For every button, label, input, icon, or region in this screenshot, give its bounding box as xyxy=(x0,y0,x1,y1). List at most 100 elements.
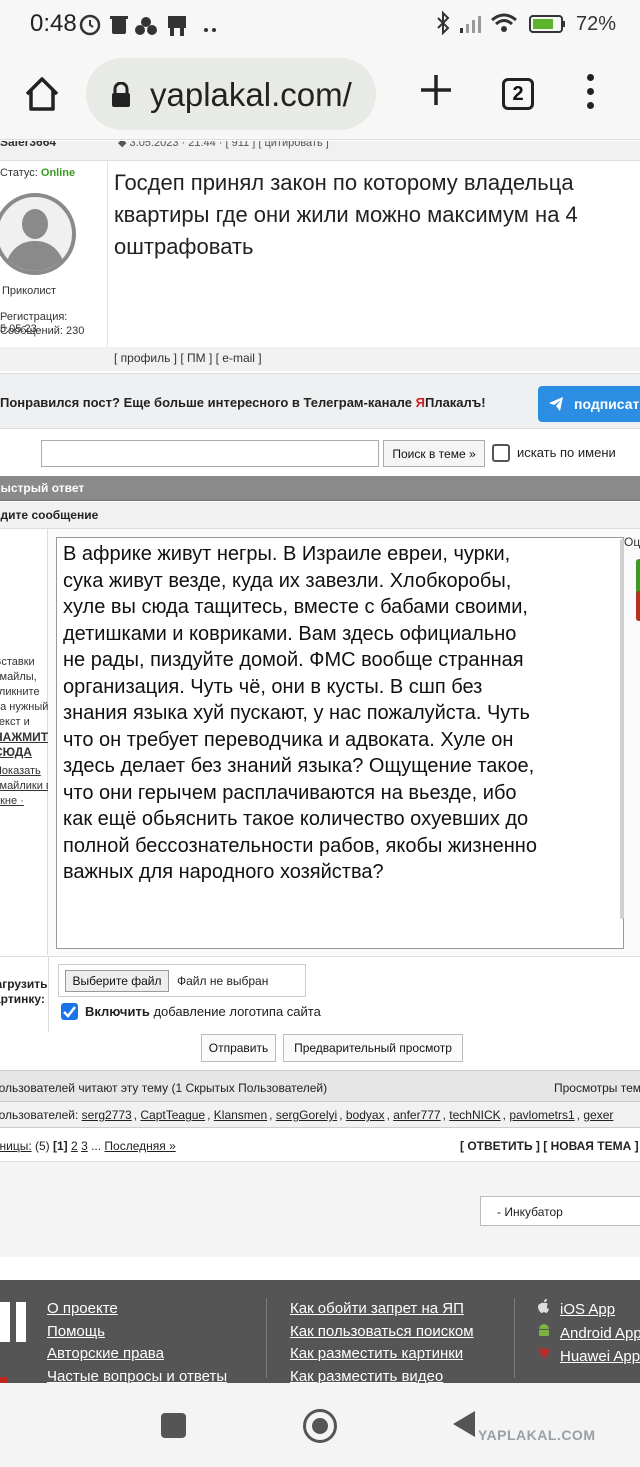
footer-huawei-label: Huawei App xyxy=(560,1348,640,1365)
user-status-label: Статус: xyxy=(0,167,38,179)
topic-views: Просмотры темы xyxy=(554,1081,640,1095)
reader-link[interactable]: CaptTeague xyxy=(140,1108,205,1122)
textarea-scrollbar[interactable] xyxy=(620,539,624,919)
footer-divider xyxy=(514,1298,515,1378)
user-info-pane: Статус: Online Приколист Регистрация: 5.… xyxy=(0,161,108,351)
readers-list-row: Пользователей: serg2773, CaptTeague, Kla… xyxy=(0,1102,640,1128)
reader-link[interactable]: techNICK xyxy=(449,1108,500,1122)
footer-link-search-help[interactable]: Как пользоваться поиском xyxy=(290,1321,474,1344)
home-icon xyxy=(25,77,59,111)
footer-link-video[interactable]: Как разместить видео xyxy=(290,1366,474,1384)
choose-file-button[interactable]: Выберите файл xyxy=(65,970,169,992)
footer-link-help[interactable]: Помощь xyxy=(47,1321,227,1344)
logo-checkbox-label: Включить добавление логотипа сайта xyxy=(85,1004,321,1019)
reader-link[interactable]: anfer777 xyxy=(393,1108,440,1122)
post-meta: ◆ 3.05.2023 · 21:44 · [ 911 ] [ цитирова… xyxy=(118,141,329,149)
telegram-subscribe-button[interactable]: подписаться xyxy=(538,386,640,422)
search-by-name-label: искать по имени xyxy=(517,445,616,460)
last-page-link[interactable]: Последняя » xyxy=(104,1139,175,1153)
topic-search-button[interactable]: Поиск в теме » xyxy=(383,440,485,467)
message-line: хуле вы сюда тащитесь, вместе с бабами с… xyxy=(63,596,528,618)
page-2-link[interactable]: 2 xyxy=(71,1139,78,1153)
logo-checkbox[interactable] xyxy=(61,1003,78,1020)
footer-link-faq[interactable]: Частые вопросы и ответы xyxy=(47,1366,227,1384)
recents-button[interactable] xyxy=(161,1413,186,1438)
checkmark-icon xyxy=(63,1006,76,1018)
message-line: здесь делает без знаний языка? Ощущение … xyxy=(63,755,535,777)
submit-row: Отправить Предварительный просмотр xyxy=(0,1032,640,1068)
brand-ya: Я xyxy=(415,395,425,410)
message-header-title: Введите сообщение xyxy=(0,508,99,522)
telegram-text-prefix: Понравился пост? Еще больше интересного … xyxy=(0,395,416,410)
message-line: что они герычем расплачиваются на вьезде… xyxy=(63,781,517,804)
footer-link-huawei[interactable]: Huawei App xyxy=(536,1345,640,1369)
pages-label: Страницы: xyxy=(0,1139,32,1153)
message-line: не рады, пиздуйте домой. ФМС вообще стра… xyxy=(63,649,524,671)
reader-link[interactable]: pavlometrs1 xyxy=(509,1108,574,1122)
system-status-icons xyxy=(437,10,565,36)
attach-row: Загрузить картинку: Выберите файл Файл н… xyxy=(0,956,640,1033)
reader-link[interactable]: serg2773 xyxy=(82,1108,132,1122)
footer-link-about[interactable]: О проекте xyxy=(47,1298,227,1321)
forum-jump-select[interactable]: - Инкубатор xyxy=(480,1196,640,1226)
status-bar: 0:48 72% xyxy=(0,0,640,50)
post-username[interactable]: Saler3664 xyxy=(0,141,56,149)
message-line: что он требует переводчика и адвоката. Х… xyxy=(63,728,514,751)
pages-count: (5) xyxy=(31,1139,54,1153)
reader-link[interactable]: gexer xyxy=(583,1108,613,1122)
page-3-link[interactable]: 3 xyxy=(81,1139,88,1153)
reader-link[interactable]: Klansmen xyxy=(214,1108,267,1122)
back-button[interactable] xyxy=(453,1411,475,1437)
topic-actions[interactable]: [ ОТВЕТИТЬ ] [ НОВАЯ ТЕМА ] xyxy=(460,1139,639,1153)
battery-percent: 72% xyxy=(576,13,617,35)
post-text: Госдеп принял закон по которому владельц… xyxy=(114,167,640,263)
readers-prefix: Пользователей: xyxy=(0,1108,79,1122)
preview-button[interactable]: Предварительный просмотр xyxy=(283,1034,463,1062)
footer-column-apps: iOS App Android App Huawei App xyxy=(538,1298,640,1369)
footer-column-about: О проекте Помощь Авторские права Частые … xyxy=(47,1298,227,1383)
search-by-name-checkbox[interactable] xyxy=(492,444,510,462)
send-button[interactable]: Отправить xyxy=(201,1034,276,1062)
file-none-label: Файл не выбран xyxy=(177,974,269,988)
lock-icon xyxy=(110,81,132,108)
address-bar[interactable]: yaplakal.com/ xyxy=(86,58,376,130)
footer-link-images[interactable]: Как разместить картинки xyxy=(290,1343,474,1366)
brand-rest: Плакалъ! xyxy=(424,395,486,410)
topic-search-input[interactable] xyxy=(41,440,379,467)
message-line: организация. Чуть чё, они в кусты. В сшп… xyxy=(63,675,483,698)
user-status-value: Online xyxy=(40,167,76,179)
nav-home-button[interactable] xyxy=(303,1409,337,1443)
post-links-bar: [ профиль ] [ ПМ ] [ e-mail ] xyxy=(108,347,640,371)
post-profile-links[interactable]: [ профиль ] [ ПМ ] [ e-mail ] xyxy=(114,351,262,365)
footer-link-copyright[interactable]: Авторские права xyxy=(47,1343,227,1366)
post-footer-left xyxy=(0,347,108,371)
post-text-line: оштрафовать xyxy=(114,234,254,259)
tab-switcher-button[interactable]: 2 xyxy=(502,78,534,110)
huawei-icon xyxy=(538,1348,550,1359)
reader-link[interactable]: bodyax xyxy=(346,1108,385,1122)
message-line: как ещё обьяснить такое количество охуев… xyxy=(63,808,529,830)
footer-link-bypass[interactable]: Как обойти запрет на ЯП xyxy=(290,1298,474,1321)
telegram-banner: Понравился пост? Еще больше интересного … xyxy=(0,373,640,429)
attach-label-line: Загрузить xyxy=(0,977,48,991)
message-line: В африке живут негры. В Израиле евреи, ч… xyxy=(63,543,511,565)
new-tab-button[interactable] xyxy=(414,68,458,116)
site-logo[interactable] xyxy=(0,1302,26,1342)
plus-icon xyxy=(421,75,451,105)
home-button[interactable] xyxy=(22,74,62,114)
message-line: сука живут везде, куда их завезли. Хлобк… xyxy=(63,569,512,592)
footer-link-ios[interactable]: iOS App xyxy=(536,1298,640,1322)
pagination-row: Страницы: (5) [1] 2 3 ... Последняя » [ … xyxy=(0,1135,640,1161)
avatar[interactable] xyxy=(0,193,76,275)
message-textarea[interactable]: В африке живут негры. В Израиле евреи, ч… xyxy=(56,537,624,949)
post-text-line: Госдеп принял закон по которому владельц… xyxy=(114,170,574,195)
message-header: Введите сообщение xyxy=(0,502,640,529)
topic-search-row: Поиск в теме » искать по имени xyxy=(0,431,640,475)
footer-link-android[interactable]: Android App xyxy=(536,1322,640,1346)
telegram-icon xyxy=(549,397,563,411)
footer-column-howto: Как обойти запрет на ЯП Как пользоваться… xyxy=(290,1298,474,1383)
more-menu-button[interactable] xyxy=(580,70,600,116)
reader-link[interactable]: sergGorelyi xyxy=(276,1108,337,1122)
post-text-line: квартиры где они жили можно максимум на … xyxy=(114,202,578,227)
status-right xyxy=(432,10,570,44)
